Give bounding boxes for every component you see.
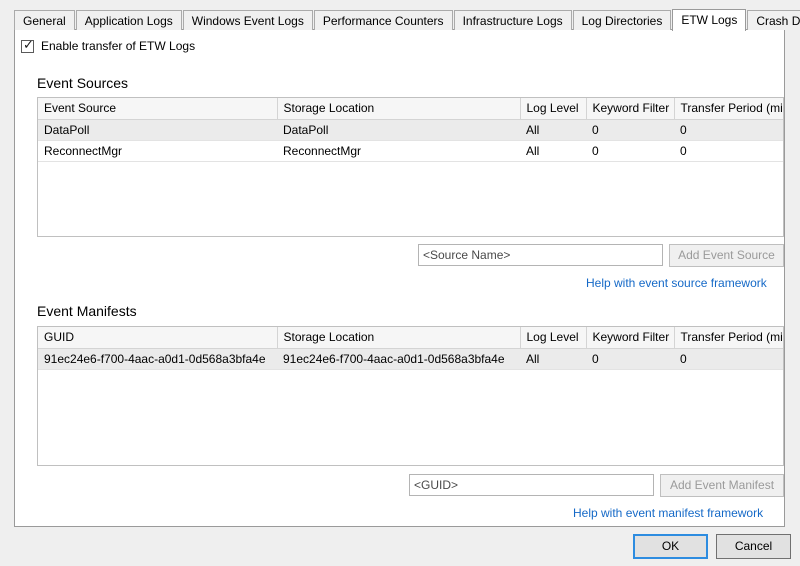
column-header-storage-location[interactable]: Storage Location bbox=[277, 98, 521, 120]
tab-infrastructure-logs[interactable]: Infrastructure Logs bbox=[453, 10, 572, 30]
cell-storage-location[interactable]: ReconnectMgr bbox=[277, 140, 520, 162]
tab-general[interactable]: General bbox=[14, 10, 75, 30]
cell-keyword-filter[interactable]: 0 bbox=[586, 140, 674, 162]
column-header-transfer-period[interactable]: Transfer Period (min) bbox=[674, 98, 783, 120]
cell-keyword-filter[interactable]: 0 bbox=[586, 119, 674, 141]
etw-logs-panel: ✓ Enable transfer of ETW Logs Event Sour… bbox=[14, 29, 785, 527]
event-source-help-link[interactable]: Help with event source framework bbox=[586, 276, 767, 290]
tab-application-logs[interactable]: Application Logs bbox=[75, 10, 182, 30]
cell-transfer-period[interactable]: 0 bbox=[674, 119, 783, 141]
enable-transfer-row[interactable]: ✓ Enable transfer of ETW Logs bbox=[21, 36, 196, 53]
table-row[interactable]: ReconnectMgr ReconnectMgr All 0 0 bbox=[38, 140, 783, 162]
event-manifest-help-link[interactable]: Help with event manifest framework bbox=[573, 506, 763, 520]
event-manifests-title: Event Manifests bbox=[37, 303, 137, 319]
cell-event-source[interactable]: DataPoll bbox=[38, 119, 277, 141]
cell-keyword-filter[interactable]: 0 bbox=[586, 348, 674, 370]
column-header-log-level[interactable]: Log Level bbox=[520, 98, 587, 120]
cell-guid[interactable]: 91ec24e6-f700-4aac-a0d1-0d568a3bfa4e bbox=[38, 348, 277, 370]
column-header-event-source[interactable]: Event Source bbox=[38, 98, 278, 120]
cell-log-level[interactable]: All bbox=[520, 348, 586, 370]
cell-transfer-period[interactable]: 0 bbox=[674, 140, 783, 162]
column-header-storage-location[interactable]: Storage Location bbox=[277, 327, 521, 349]
tab-etw-logs[interactable]: ETW Logs bbox=[672, 9, 747, 31]
event-sources-title: Event Sources bbox=[37, 75, 129, 91]
cell-storage-location[interactable]: DataPoll bbox=[277, 119, 520, 141]
cell-transfer-period[interactable]: 0 bbox=[674, 348, 783, 370]
event-manifests-grid[interactable]: GUID Storage Location Log Level Keyword … bbox=[37, 326, 784, 466]
tab-strip: General Application Logs Windows Event L… bbox=[14, 9, 800, 31]
table-row[interactable]: 91ec24e6-f700-4aac-a0d1-0d568a3bfa4e 91e… bbox=[38, 348, 783, 370]
add-event-manifest-button[interactable]: Add Event Manifest bbox=[660, 474, 784, 497]
cell-log-level[interactable]: All bbox=[520, 140, 586, 162]
tab-windows-event-logs[interactable]: Windows Event Logs bbox=[182, 10, 313, 30]
cell-storage-location[interactable]: 91ec24e6-f700-4aac-a0d1-0d568a3bfa4e bbox=[277, 348, 520, 370]
ok-button[interactable]: OK bbox=[633, 534, 708, 559]
column-header-log-level[interactable]: Log Level bbox=[520, 327, 587, 349]
table-row[interactable]: DataPoll DataPoll All 0 0 bbox=[38, 119, 783, 141]
tab-performance-counters[interactable]: Performance Counters bbox=[313, 10, 453, 30]
column-header-guid[interactable]: GUID bbox=[38, 327, 278, 349]
cell-event-source[interactable]: ReconnectMgr bbox=[38, 140, 277, 162]
checkmark-icon: ✓ bbox=[23, 36, 34, 52]
column-header-transfer-period[interactable]: Transfer Period (min) bbox=[674, 327, 783, 349]
cancel-button[interactable]: Cancel bbox=[716, 534, 791, 559]
guid-input[interactable] bbox=[409, 474, 654, 496]
add-event-source-button[interactable]: Add Event Source bbox=[669, 244, 784, 267]
event-sources-header-row: Event Source Storage Location Log Level … bbox=[38, 98, 783, 120]
tab-log-directories[interactable]: Log Directories bbox=[572, 10, 672, 30]
column-header-keyword-filter[interactable]: Keyword Filter bbox=[586, 327, 675, 349]
column-header-keyword-filter[interactable]: Keyword Filter bbox=[586, 98, 675, 120]
tab-crash-dumps[interactable]: Crash Dumps bbox=[747, 10, 800, 30]
event-manifests-header-row: GUID Storage Location Log Level Keyword … bbox=[38, 327, 783, 349]
cell-log-level[interactable]: All bbox=[520, 119, 586, 141]
source-name-input[interactable] bbox=[418, 244, 663, 266]
enable-transfer-checkbox[interactable]: ✓ bbox=[21, 36, 34, 53]
event-sources-grid[interactable]: Event Source Storage Location Log Level … bbox=[37, 97, 784, 237]
enable-transfer-label: Enable transfer of ETW Logs bbox=[41, 39, 196, 53]
